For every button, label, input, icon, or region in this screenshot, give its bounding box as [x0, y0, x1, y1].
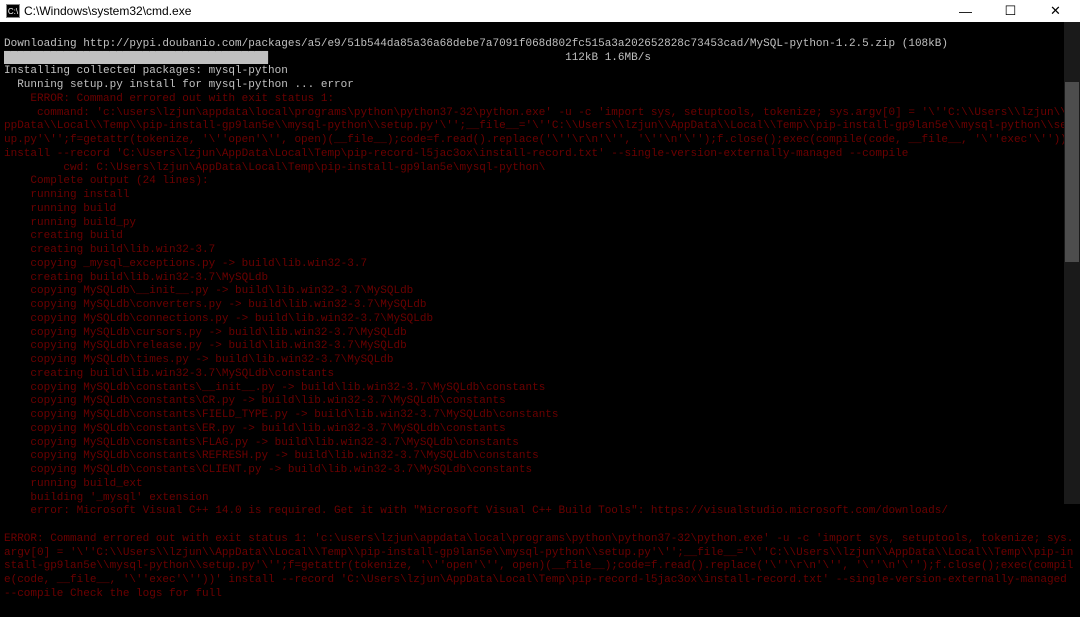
error-line: copying MySQLdb\constants\FIELD_TYPE.py …: [4, 409, 1076, 423]
error-line: ERROR: Command errored out with exit sta…: [4, 533, 1076, 602]
error-line: running build: [4, 203, 1076, 217]
error-line: running build_ext: [4, 478, 1076, 492]
progress-filled: ████████████████████████████████████████: [4, 52, 268, 64]
titlebar-left: C:\ C:\Windows\system32\cmd.exe: [6, 4, 191, 18]
error-line: copying MySQLdb\release.py -> build\lib.…: [4, 340, 1076, 354]
error-line: copying MySQLdb\constants\__init__.py ->…: [4, 382, 1076, 396]
error-line: copying _mysql_exceptions.py -> build\li…: [4, 258, 1076, 272]
error-line: copying MySQLdb\constants\CR.py -> build…: [4, 395, 1076, 409]
error-line: [4, 519, 1076, 533]
error-line: copying MySQLdb\constants\FLAG.py -> bui…: [4, 437, 1076, 451]
maximize-button[interactable]: ☐: [988, 0, 1033, 22]
running-setup-line: Running setup.py install for mysql-pytho…: [4, 79, 354, 91]
error-line: command: 'c:\users\lzjun\appdata\local\p…: [4, 107, 1076, 162]
error-line: copying MySQLdb\cursors.py -> build\lib.…: [4, 327, 1076, 341]
error-line: cwd: C:\Users\lzjun\AppData\Local\Temp\p…: [4, 162, 1076, 176]
scrollbar-thumb[interactable]: [1065, 82, 1079, 262]
error-line: copying MySQLdb\constants\CLIENT.py -> b…: [4, 464, 1076, 478]
window-titlebar: C:\ C:\Windows\system32\cmd.exe — ☐ ✕: [0, 0, 1080, 22]
terminal-output[interactable]: Downloading http://pypi.doubanio.com/pac…: [0, 22, 1080, 617]
progress-stats: 112kB 1.6MB/s: [559, 52, 651, 64]
error-line: creating build\lib.win32-3.7\MySQLdb: [4, 272, 1076, 286]
error-line: error: Microsoft Visual C++ 14.0 is requ…: [4, 505, 1076, 519]
error-line: copying MySQLdb\converters.py -> build\l…: [4, 299, 1076, 313]
cmd-icon: C:\: [6, 4, 20, 18]
error-block: ERROR: Command errored out with exit sta…: [4, 93, 1076, 602]
progress-bar: ████████████████████████████████████████: [4, 52, 559, 66]
download-line: Downloading http://pypi.doubanio.com/pac…: [4, 38, 948, 50]
error-line: creating build\lib.win32-3.7: [4, 244, 1076, 258]
window-controls: — ☐ ✕: [943, 0, 1078, 22]
window-title: C:\Windows\system32\cmd.exe: [24, 4, 191, 18]
install-line: Installing collected packages: mysql-pyt…: [4, 65, 288, 77]
error-line: creating build: [4, 230, 1076, 244]
close-button[interactable]: ✕: [1033, 0, 1078, 22]
error-line: copying MySQLdb\constants\ER.py -> build…: [4, 423, 1076, 437]
error-line: running install: [4, 189, 1076, 203]
minimize-button[interactable]: —: [943, 0, 988, 22]
error-line: copying MySQLdb\constants\REFRESH.py -> …: [4, 450, 1076, 464]
error-line: creating build\lib.win32-3.7\MySQLdb\con…: [4, 368, 1076, 382]
progress-empty: [268, 52, 558, 64]
error-line: building '_mysql' extension: [4, 492, 1076, 506]
error-line: Complete output (24 lines):: [4, 175, 1076, 189]
error-line: running build_py: [4, 217, 1076, 231]
vertical-scrollbar[interactable]: [1064, 22, 1080, 504]
error-line: copying MySQLdb\__init__.py -> build\lib…: [4, 285, 1076, 299]
error-line: copying MySQLdb\times.py -> build\lib.wi…: [4, 354, 1076, 368]
error-line: ERROR: Command errored out with exit sta…: [4, 93, 1076, 107]
error-line: copying MySQLdb\connections.py -> build\…: [4, 313, 1076, 327]
